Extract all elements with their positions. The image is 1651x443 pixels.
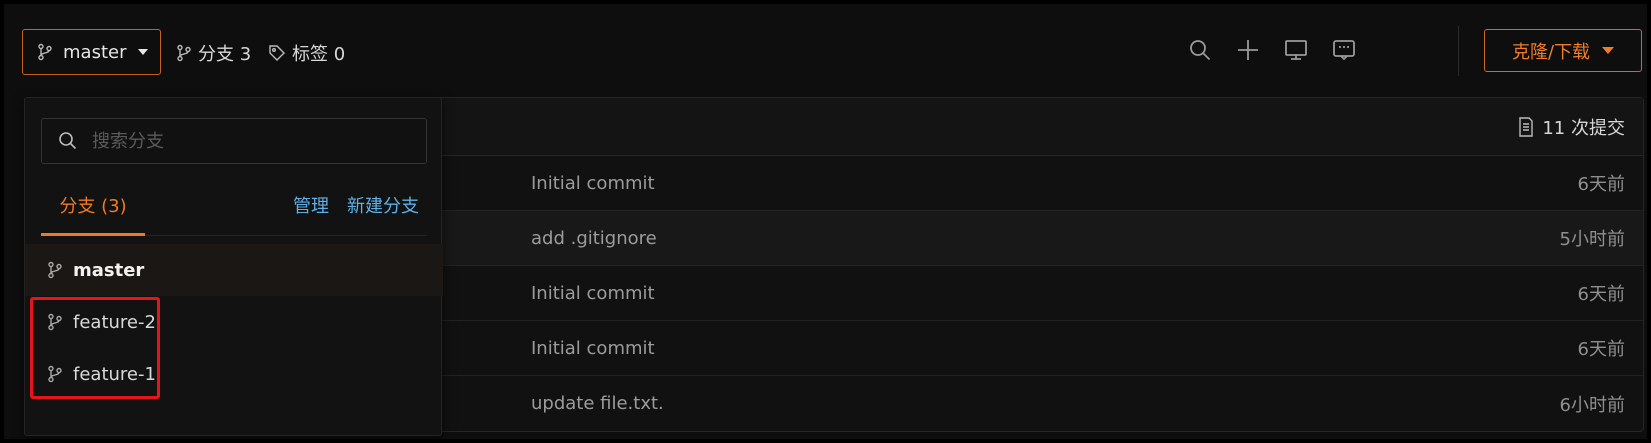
toolbar-divider bbox=[1458, 26, 1459, 76]
branch-icon bbox=[37, 43, 53, 61]
manage-branches-link[interactable]: 管理 bbox=[293, 192, 329, 218]
clone-download-label: 克隆/下载 bbox=[1511, 41, 1591, 63]
page-frame: master 分支 3 标签 0 克隆/下载 11 次提交 Initial co… bbox=[0, 0, 1651, 443]
commit-message[interactable]: Initial commit bbox=[531, 283, 655, 304]
search-icon[interactable] bbox=[1188, 38, 1214, 64]
branch-icon bbox=[176, 44, 192, 62]
commit-count-link[interactable]: 11 次提交 bbox=[1542, 114, 1625, 140]
document-icon bbox=[1518, 116, 1534, 137]
commit-time: 6小时前 bbox=[1559, 394, 1625, 416]
branch-name: feature-2 bbox=[73, 311, 156, 333]
commit-time: 5小时前 bbox=[1559, 229, 1625, 250]
branches-count-link[interactable]: 分支 3 bbox=[176, 40, 251, 66]
branch-item[interactable]: feature-2 bbox=[25, 296, 443, 348]
commit-message[interactable]: Initial commit bbox=[531, 338, 655, 359]
message-icon[interactable] bbox=[1332, 38, 1358, 64]
branch-icon bbox=[47, 365, 63, 383]
plus-icon[interactable] bbox=[1236, 38, 1262, 64]
branch-dropdown: 分支 (3) 管理 新建分支 master feature-2 feature-1 bbox=[24, 97, 443, 436]
commit-time: 6天前 bbox=[1577, 339, 1625, 360]
commit-time: 6天前 bbox=[1577, 174, 1625, 195]
commit-message[interactable]: update file.txt. bbox=[531, 393, 664, 414]
tags-count-link[interactable]: 标签 0 bbox=[268, 40, 345, 66]
clone-download-button[interactable]: 克隆/下载 bbox=[1484, 29, 1642, 72]
chevron-down-icon bbox=[138, 49, 149, 55]
search-icon bbox=[58, 131, 78, 151]
branch-selector-button[interactable]: master bbox=[22, 29, 161, 75]
branches-count-label: 分支 3 bbox=[198, 44, 252, 65]
branch-search-input[interactable] bbox=[92, 130, 392, 152]
chevron-down-icon bbox=[1602, 47, 1615, 54]
tag-icon bbox=[268, 44, 286, 62]
commit-message[interactable]: Initial commit bbox=[531, 173, 655, 194]
branch-selector-label: master bbox=[63, 41, 127, 63]
branch-tabs: 分支 (3) 管理 新建分支 bbox=[41, 188, 427, 236]
monitor-icon[interactable] bbox=[1284, 38, 1310, 64]
tags-count-label: 标签 0 bbox=[292, 44, 346, 65]
commit-time: 6天前 bbox=[1577, 284, 1625, 305]
branch-item[interactable]: feature-1 bbox=[25, 348, 443, 400]
branch-name: feature-1 bbox=[73, 363, 156, 385]
branch-icon bbox=[47, 261, 63, 279]
commit-message[interactable]: add .gitignore bbox=[531, 228, 657, 249]
branch-search-box[interactable] bbox=[41, 118, 427, 164]
branch-item[interactable]: master bbox=[25, 244, 443, 296]
new-branch-link[interactable]: 新建分支 bbox=[347, 192, 419, 218]
branch-icon bbox=[47, 313, 63, 331]
branch-name: master bbox=[73, 259, 145, 281]
tab-branches[interactable]: 分支 (3) bbox=[41, 192, 145, 236]
